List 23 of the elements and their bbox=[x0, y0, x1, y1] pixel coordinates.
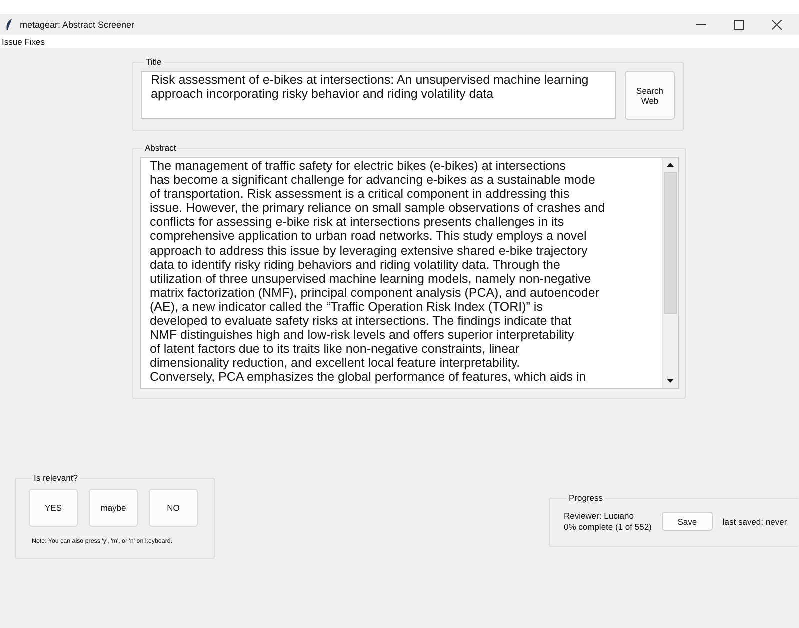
menu-item[interactable]: Issue Fixes bbox=[1, 36, 46, 46]
group-label: Title bbox=[145, 57, 163, 67]
answer-button[interactable]: NO bbox=[149, 489, 198, 527]
answer-button[interactable]: YES bbox=[29, 489, 78, 527]
scroll-down-icon[interactable] bbox=[667, 379, 674, 383]
search-web-button[interactable]: Search Web bbox=[625, 71, 675, 120]
completion-label: 0% complete (1 of 552) bbox=[564, 522, 652, 532]
group-label: Is relevant? bbox=[33, 473, 79, 483]
scroll-thumb[interactable] bbox=[664, 172, 677, 314]
window-title: metagear: Abstract Screener bbox=[20, 20, 136, 30]
scroll-up-icon[interactable] bbox=[667, 163, 674, 167]
scrollbar[interactable] bbox=[662, 158, 678, 388]
group-label: Abstract bbox=[144, 143, 178, 153]
last-saved-label: last saved: never bbox=[722, 516, 788, 526]
abstract-text: The management of traffic safety for electric bikes (e-bikes) at intersections has become a significant challenge for advancing e-bikes as a sustainable mode of transportation. Risk assessment is a critical component in addressing this issue. However, the primary reliance on small sample observations of crashes and conflicts for assessing e-bike risk at intersections presents challenges in its comprehensive application to urban road networks. This study employs a novel approach to address this issue by leveraging extensive shared e-bike trajectory data to identify risky riding behaviors and riding volatility data. Through the utilization of three unsupervised machine learning models, namely non-negative matrix factorization (NMF), principal component analysis (PCA), and autoencoder (AE), a new indicator called the “Traffic Operation Risk Index (TORI)” is developed to evaluate safety risks at intersections. The findings indicate that NMF distinguishes high and low-risk levels and offers superior interpretability of latent factors due to its traits like non-negative constraints, linear dimensionality reduction, and excellent local feature interpretability. Conversely, PCA emphasizes the global performance of features, which aids in bbox=[149, 158, 606, 386]
title-field[interactable]: Risk assessment of e-bikes at intersections: An unsupervised machine learning approach incorporating risky behavior and riding volatility data bbox=[141, 71, 616, 119]
save-button[interactable]: Save bbox=[662, 512, 713, 531]
reviewer-label: Reviewer: Luciano bbox=[564, 510, 635, 522]
group-label: Progress bbox=[568, 493, 604, 503]
answer-button[interactable]: maybe bbox=[89, 489, 138, 527]
maximize-icon[interactable] bbox=[734, 20, 744, 30]
close-icon[interactable] bbox=[772, 20, 782, 30]
feather-icon bbox=[6, 18, 13, 30]
